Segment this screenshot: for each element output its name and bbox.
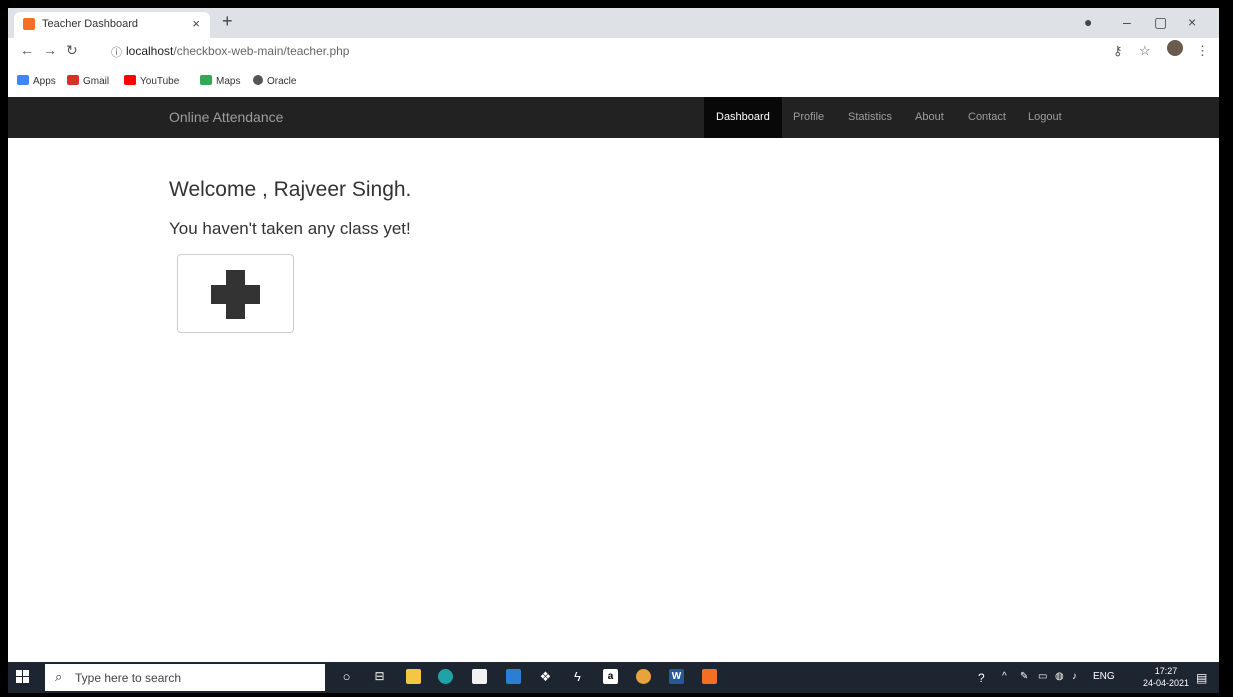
url-path: /checkbox-web-main/teacher.php xyxy=(173,44,350,58)
reload-icon[interactable]: ↻ xyxy=(66,42,78,59)
network-icon[interactable]: ◍ xyxy=(1055,671,1064,682)
app-icon[interactable]: ϟ xyxy=(570,669,585,684)
volume-icon[interactable]: ♪ xyxy=(1072,671,1077,682)
taskbar-search[interactable]: ⌕ Type here to search xyxy=(45,664,325,691)
dropbox-icon[interactable]: ❖ xyxy=(538,669,553,684)
bookmark-gmail[interactable]: Gmail xyxy=(67,75,109,87)
cortana-icon[interactable]: ○ xyxy=(339,669,354,684)
amazon-icon[interactable]: a xyxy=(603,669,618,684)
notification-icon[interactable]: ▤ xyxy=(1196,671,1207,685)
mail-icon[interactable] xyxy=(506,669,521,684)
close-tab-icon[interactable]: × xyxy=(192,16,200,31)
key-icon[interactable]: ⚷ xyxy=(1113,43,1123,59)
nav-dashboard[interactable]: Dashboard xyxy=(704,97,782,138)
windows-taskbar: ⌕ Type here to search ○ ⊟ ❖ ϟ a W ? ^ ✎ … xyxy=(8,662,1219,693)
forward-arrow-icon[interactable]: → xyxy=(43,42,57,58)
xampp-favicon-icon xyxy=(23,18,35,30)
profile-icon[interactable]: ● xyxy=(1084,14,1092,30)
address-bar: ← → ↻ ⓘ localhost/checkbox-web-main/teac… xyxy=(8,38,1219,64)
nav-contact[interactable]: Contact xyxy=(956,97,1018,138)
pen-icon[interactable]: ✎ xyxy=(1020,671,1028,682)
no-class-message: You haven't taken any class yet! xyxy=(169,219,411,238)
new-tab-icon[interactable]: + xyxy=(222,11,233,32)
nav-profile[interactable]: Profile xyxy=(781,97,836,138)
nav-logout[interactable]: Logout xyxy=(1016,97,1074,138)
nav-about[interactable]: About xyxy=(903,97,956,138)
menu-dots-icon[interactable]: ⋮ xyxy=(1196,43,1209,59)
edge-icon[interactable] xyxy=(438,669,453,684)
chrome-icon[interactable] xyxy=(636,669,651,684)
browser-tab[interactable]: Teacher Dashboard × xyxy=(14,12,210,38)
tab-title: Teacher Dashboard xyxy=(42,18,139,30)
tab-strip: Teacher Dashboard × + ● – ▢ × xyxy=(8,8,1219,38)
avatar[interactable] xyxy=(1167,40,1183,56)
store-icon[interactable] xyxy=(472,669,487,684)
close-window-icon[interactable]: × xyxy=(1188,14,1196,30)
bookmark-youtube[interactable]: YouTube xyxy=(124,75,179,87)
help-icon[interactable]: ? xyxy=(978,671,985,685)
bookmark-oracle[interactable]: Oracle xyxy=(253,75,296,87)
back-arrow-icon[interactable]: ← xyxy=(20,42,34,58)
youtube-icon xyxy=(124,75,136,85)
nav-statistics[interactable]: Statistics xyxy=(836,97,904,138)
xampp-icon[interactable] xyxy=(702,669,717,684)
oracle-icon xyxy=(253,75,263,85)
bookmark-maps[interactable]: Maps xyxy=(200,75,240,87)
word-icon[interactable]: W xyxy=(669,669,684,684)
windows-start-icon[interactable] xyxy=(16,670,30,684)
url-host: localhost xyxy=(126,44,174,58)
search-placeholder: Type here to search xyxy=(75,671,182,685)
minimize-icon[interactable]: – xyxy=(1123,14,1131,30)
search-icon: ⌕ xyxy=(55,669,63,684)
url-field[interactable]: localhost/checkbox-web-main/teacher.php xyxy=(126,44,349,58)
screen: Teacher Dashboard × + ● – ▢ × ← → ↻ ⓘ lo… xyxy=(8,8,1219,693)
gmail-icon xyxy=(67,75,79,85)
maps-icon xyxy=(200,75,212,85)
info-icon: ⓘ xyxy=(111,47,122,59)
task-view-icon[interactable]: ⊟ xyxy=(372,669,387,684)
maximize-icon[interactable]: ▢ xyxy=(1154,14,1167,31)
bookmarks-bar: Apps Gmail YouTube Maps Oracle xyxy=(8,64,1219,98)
file-explorer-icon[interactable] xyxy=(406,669,421,684)
clock-time: 17:27 xyxy=(1154,666,1178,676)
plus-icon-bar xyxy=(211,285,260,304)
welcome-heading: Welcome , Rajveer Singh. xyxy=(169,178,412,201)
battery-icon[interactable]: ▭ xyxy=(1038,671,1047,682)
bookmark-star-icon[interactable]: ☆ xyxy=(1139,43,1151,59)
apps-grid-icon xyxy=(17,75,29,85)
add-class-button[interactable] xyxy=(177,254,294,333)
clock[interactable]: 17:27 24-04-2021 xyxy=(1143,665,1189,689)
brand-title[interactable]: Online Attendance xyxy=(169,109,283,125)
app-navbar: Online Attendance Dashboard Profile Stat… xyxy=(8,97,1219,138)
language-indicator[interactable]: ENG xyxy=(1093,671,1115,682)
clock-date: 24-04-2021 xyxy=(1143,678,1190,688)
bookmark-apps[interactable]: Apps xyxy=(17,75,56,87)
tray-expand-icon[interactable]: ^ xyxy=(1002,671,1007,682)
